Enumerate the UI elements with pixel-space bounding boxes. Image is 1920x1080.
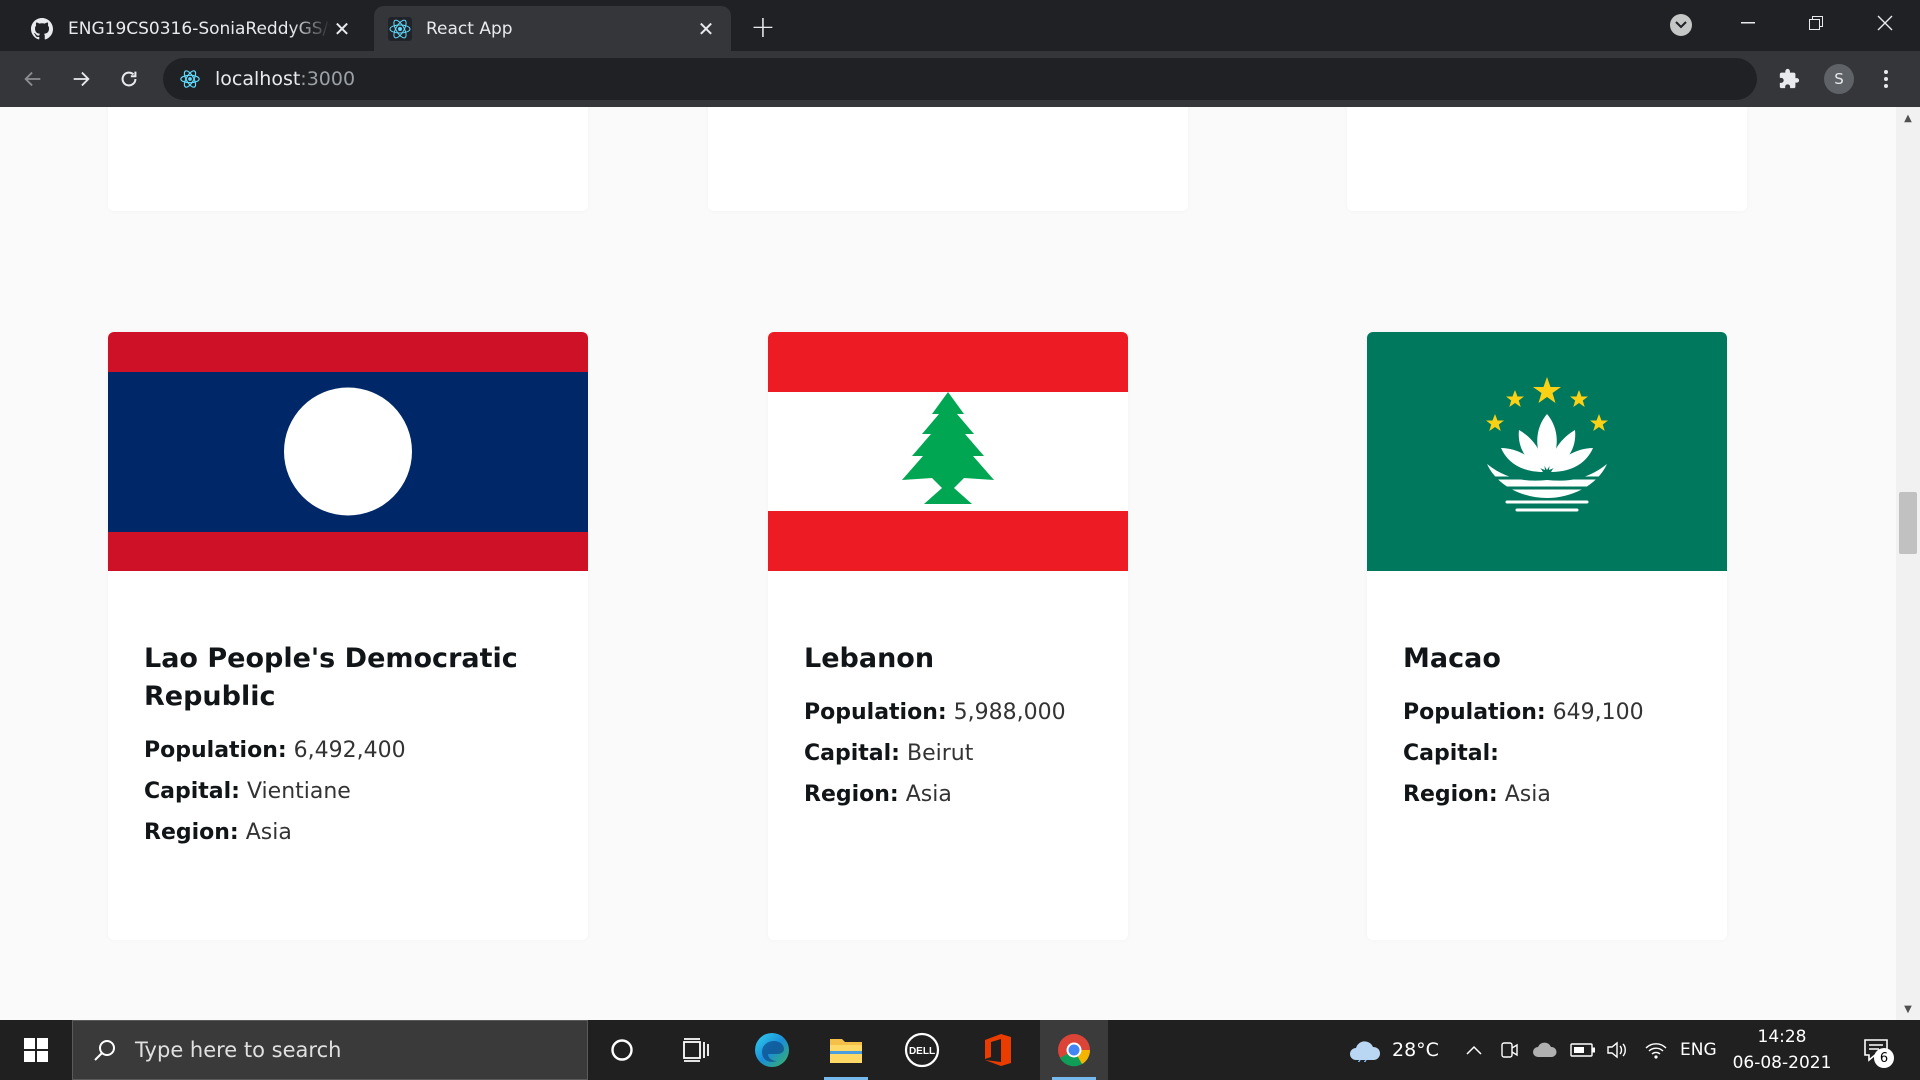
- weather-widget[interactable]: 28°C: [1348, 1020, 1439, 1080]
- lebanon-flag: [768, 332, 1128, 571]
- cloud-icon: [1350, 1041, 1381, 1062]
- close-window-icon[interactable]: [1862, 8, 1908, 38]
- stat-value: 6,492,400: [293, 738, 406, 763]
- meet-icon[interactable]: [1500, 1020, 1520, 1080]
- dell-icon[interactable]: DELL: [888, 1020, 956, 1080]
- stat-label: Population:: [804, 700, 947, 725]
- region-stat: Region: Asia: [1403, 774, 1697, 815]
- region-stat: Region: Asia: [144, 812, 558, 853]
- region-stat: Region: Asia: [804, 774, 1098, 815]
- url-host: localhost: [215, 68, 301, 90]
- scroll-down-arrow-icon[interactable]: ▼: [1896, 1000, 1920, 1018]
- task-view-icon[interactable]: [662, 1020, 730, 1080]
- stat-label: Region:: [1403, 782, 1498, 807]
- macao-flag: [1367, 332, 1727, 571]
- wifi-icon[interactable]: [1644, 1020, 1668, 1080]
- clock-time: 14:28: [1757, 1027, 1807, 1047]
- new-tab-button[interactable]: +: [748, 10, 778, 45]
- page-viewport: Lao People's Democratic Republic Populat…: [0, 107, 1920, 1020]
- notification-count: 6: [1874, 1048, 1894, 1068]
- stat-value: 5,988,000: [953, 700, 1066, 725]
- forward-icon[interactable]: [66, 64, 96, 94]
- capital-stat: Capital: Beirut: [804, 733, 1098, 774]
- country-card-macao[interactable]: Macao Population: 649,100 Capital: Regio…: [1367, 332, 1727, 940]
- stat-label: Population:: [1403, 700, 1546, 725]
- country-name: Macao: [1403, 643, 1501, 674]
- search-placeholder: Type here to search: [135, 1038, 342, 1062]
- scroll-thumb[interactable]: [1899, 492, 1917, 554]
- tab-strip: ENG19CS0316-SoniaReddyGS/fin ✕ React App…: [0, 0, 1920, 51]
- search-icon: [91, 1036, 119, 1064]
- country-card-laos[interactable]: Lao People's Democratic Republic Populat…: [108, 332, 588, 940]
- minimize-icon[interactable]: [1725, 8, 1771, 38]
- country-name: Lebanon: [804, 643, 935, 674]
- population-stat: Population: 649,100: [1403, 692, 1697, 733]
- country-card-partial[interactable]: [108, 107, 588, 211]
- stat-label: Region:: [144, 820, 239, 845]
- capital-stat: Capital: Vientiane: [144, 771, 558, 812]
- chrome-icon[interactable]: [1040, 1020, 1108, 1080]
- svg-text:DELL: DELL: [909, 1046, 935, 1057]
- close-icon[interactable]: ✕: [695, 17, 717, 41]
- tab-title: React App: [426, 18, 513, 39]
- extensions-icon[interactable]: [1776, 66, 1802, 92]
- stat-label: Capital:: [144, 779, 240, 804]
- weather-temp: 28°C: [1392, 1039, 1439, 1061]
- tab-title: ENG19CS0316-SoniaReddyGS/fin: [68, 18, 331, 39]
- vertical-scrollbar[interactable]: ▲ ▼: [1896, 107, 1920, 1020]
- tray-chevron-icon[interactable]: [1466, 1020, 1482, 1080]
- close-icon[interactable]: ✕: [331, 17, 353, 41]
- url-port: :3000: [300, 68, 356, 90]
- address-bar[interactable]: localhost:3000: [163, 58, 1757, 100]
- stat-label: Capital:: [804, 741, 900, 766]
- windows-taskbar: Type here to search DELL 28°C ENG 14:28 …: [0, 1020, 1920, 1080]
- card-body: Lebanon Population: 5,988,000 Capital: B…: [804, 640, 1098, 815]
- laos-flag: [108, 332, 588, 571]
- back-icon[interactable]: [18, 64, 48, 94]
- country-card-partial[interactable]: [1347, 107, 1747, 211]
- restore-icon[interactable]: [1793, 8, 1839, 38]
- react-icon: [388, 16, 412, 41]
- tab-react-app[interactable]: React App ✕: [374, 6, 731, 51]
- windows-start-icon[interactable]: [0, 1020, 72, 1080]
- country-name: Lao People's Democratic Republic: [144, 643, 518, 712]
- language-indicator[interactable]: ENG: [1680, 1020, 1717, 1080]
- office-icon[interactable]: [964, 1020, 1032, 1080]
- onedrive-icon[interactable]: [1532, 1020, 1558, 1080]
- taskbar-search-box[interactable]: Type here to search: [72, 1020, 588, 1080]
- github-icon: [30, 17, 54, 41]
- react-icon: [179, 68, 201, 90]
- stat-label: Capital:: [1403, 741, 1499, 766]
- kebab-menu-icon[interactable]: [1876, 64, 1896, 94]
- clock-date: 06-08-2021: [1732, 1053, 1832, 1073]
- card-body: Lao People's Democratic Republic Populat…: [144, 640, 558, 853]
- stat-label: Population:: [144, 738, 287, 763]
- stat-value: Vientiane: [246, 779, 351, 804]
- population-stat: Population: 6,492,400: [144, 730, 558, 771]
- cortana-icon[interactable]: [588, 1020, 656, 1080]
- battery-icon[interactable]: [1570, 1020, 1596, 1080]
- stat-value: Beirut: [906, 741, 974, 766]
- file-explorer-icon[interactable]: [812, 1020, 880, 1080]
- browser-toolbar: localhost:3000 S: [0, 51, 1920, 107]
- stat-value: 649,100: [1552, 700, 1644, 725]
- tab-github[interactable]: ENG19CS0316-SoniaReddyGS/fin ✕: [16, 6, 367, 51]
- card-body: Macao Population: 649,100 Capital: Regio…: [1403, 640, 1697, 815]
- capital-stat: Capital:: [1403, 733, 1697, 774]
- stat-value: Asia: [905, 782, 952, 807]
- stat-value: Asia: [245, 820, 292, 845]
- scroll-up-arrow-icon[interactable]: ▲: [1896, 109, 1920, 127]
- tab-search-icon[interactable]: [1670, 14, 1692, 36]
- reload-icon[interactable]: [114, 64, 144, 94]
- population-stat: Population: 5,988,000: [804, 692, 1098, 733]
- volume-icon[interactable]: [1606, 1020, 1630, 1080]
- stat-label: Region:: [804, 782, 899, 807]
- country-card-partial[interactable]: [708, 107, 1188, 211]
- stat-value: Asia: [1504, 782, 1551, 807]
- edge-icon[interactable]: [738, 1020, 806, 1080]
- profile-avatar[interactable]: S: [1824, 64, 1854, 94]
- notification-center-icon[interactable]: 6: [1856, 1030, 1896, 1070]
- taskbar-clock[interactable]: 14:28 06-08-2021: [1722, 1024, 1842, 1076]
- country-card-lebanon[interactable]: Lebanon Population: 5,988,000 Capital: B…: [768, 332, 1128, 940]
